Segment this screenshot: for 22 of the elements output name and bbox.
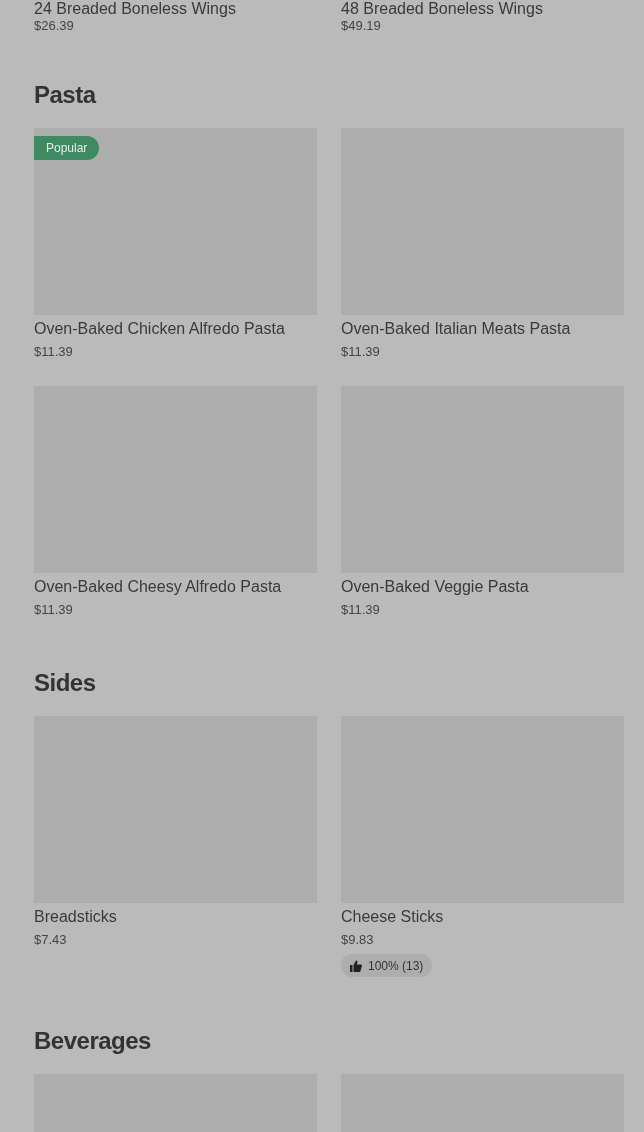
popular-badge: Popular <box>34 136 100 160</box>
item-price: $9.83 <box>341 931 375 949</box>
item-price: $11.39 <box>34 343 74 361</box>
item-name[interactable]: Cheese Sticks <box>341 907 624 927</box>
item-price: $26.39 <box>34 17 75 35</box>
item-price: $7.43 <box>34 931 68 949</box>
item-price: $11.39 <box>34 601 74 619</box>
item-name[interactable]: Breadsticks <box>34 907 317 927</box>
section-heading: Sides <box>34 668 97 698</box>
item-name[interactable]: 24 Breaded Boneless Wings <box>34 0 317 17</box>
section-heading: Beverages <box>34 1026 152 1056</box>
item-name[interactable]: Oven-Baked Chicken Alfredo Pasta <box>34 319 317 339</box>
item-name[interactable]: Oven-Baked Italian Meats Pasta <box>341 319 624 339</box>
item-name[interactable]: Oven-Baked Cheesy Alfredo Pasta <box>34 577 317 597</box>
section-heading: Pasta <box>34 80 98 110</box>
item-name[interactable]: Oven-Baked Veggie Pasta <box>341 577 624 597</box>
item-price: $11.39 <box>341 343 381 361</box>
item-price: $49.19 <box>341 17 382 35</box>
thumbs-up-icon <box>350 959 362 972</box>
item-name[interactable]: 48 Breaded Boneless Wings <box>341 0 624 17</box>
item-price: $11.39 <box>341 601 381 619</box>
rating-pill: 100% (13) <box>341 954 433 977</box>
